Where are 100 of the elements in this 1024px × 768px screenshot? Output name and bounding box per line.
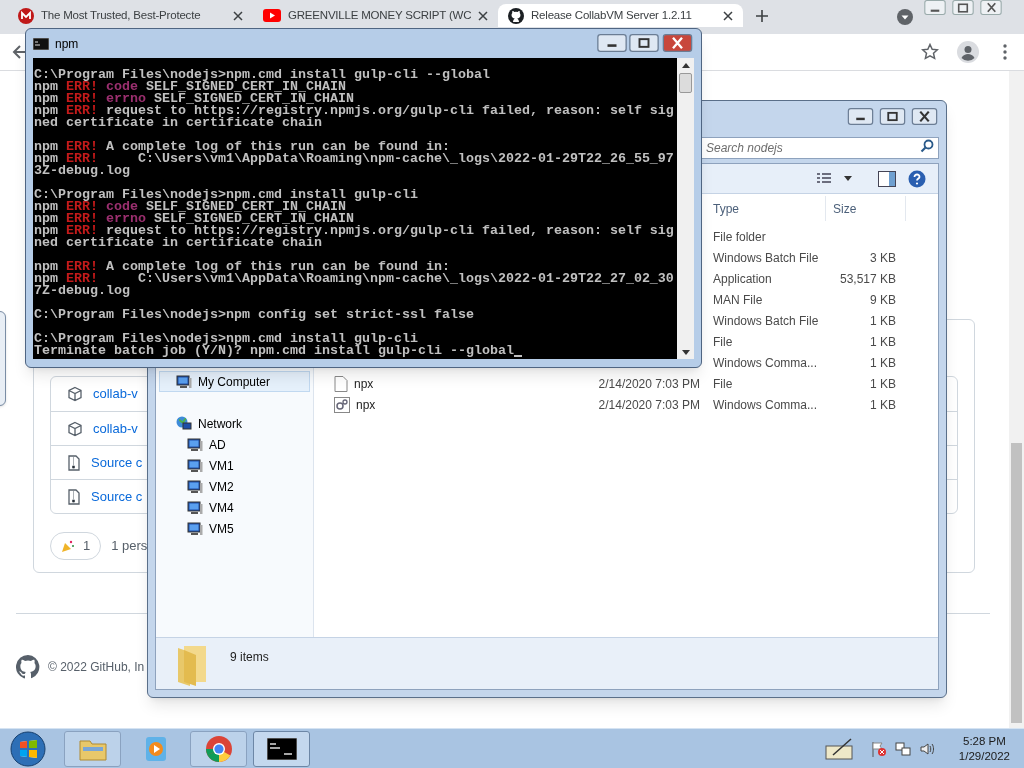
scrollbar[interactable]: [677, 58, 694, 359]
nav-item[interactable]: My Computer: [159, 371, 310, 392]
tab-search-icon[interactable]: [897, 9, 913, 25]
caret-icon[interactable]: [844, 176, 852, 181]
computer-icon: [176, 374, 192, 389]
avatar-icon[interactable]: [957, 41, 979, 63]
star-icon[interactable]: [921, 43, 939, 61]
party-icon: [61, 539, 75, 553]
maximize-icon[interactable]: [629, 34, 659, 52]
new-tab-icon[interactable]: [755, 9, 769, 23]
globe-computer-icon: [176, 415, 192, 432]
console-line: npm ERR! A complete log of this run can be found in:: [34, 141, 450, 153]
zip-file-icon: [67, 454, 81, 471]
taskbar-button[interactable]: [253, 730, 310, 767]
close-icon[interactable]: [723, 10, 733, 21]
size-cell-text: 9 KB: [870, 291, 896, 309]
play-icon: [263, 9, 281, 22]
search-field[interactable]: Search nodejs: [701, 137, 939, 159]
maximize-icon[interactable]: [878, 107, 907, 125]
type-cell-text: Windows Comma...: [712, 354, 819, 372]
file-icon: [334, 375, 348, 392]
console-line: npm ERR! C:\Users\vm1\AppData\Roaming\npm-cache\_logs\2022-01-29T22_26_55_97: [34, 153, 675, 165]
clock-time[interactable]: 5:28 PM: [963, 733, 1006, 749]
console-line: C:\Program Files\nodejs>npm.cmd install gulp-cli: [34, 333, 418, 345]
console-line: npm ERR! code SELF_SIGNED_CERT_IN_CHAIN: [34, 81, 346, 93]
console-line: C:\Program Files\nodejs>npm config set strict-ssl false: [34, 309, 475, 321]
text-cursor: [513, 355, 522, 357]
network-icon[interactable]: [894, 740, 911, 757]
type-cell-text: File: [712, 333, 734, 351]
console-line: 7Z-debug.log: [34, 285, 131, 297]
console-line: C:\Program Files\nodejs>npm.cmd install gulp-cli: [34, 189, 419, 201]
console-line: 3Z-debug.log: [34, 165, 131, 177]
asset-link[interactable]: Source c: [91, 486, 143, 507]
close-icon[interactable]: [910, 107, 939, 125]
back-icon[interactable]: [12, 44, 28, 60]
console-line: Terminate batch job (Y/N)? npm.cmd install gulp-cli --global: [34, 345, 677, 357]
package-icon: [67, 420, 83, 437]
scrollbar-thumb[interactable]: [679, 73, 692, 93]
size-cell-text: 1 KB: [870, 312, 896, 330]
speaker-icon[interactable]: [918, 740, 935, 757]
size-cell-text: 1 KB: [870, 354, 896, 372]
restore-icon[interactable]: [950, 0, 976, 15]
view-list-icon[interactable]: [816, 171, 832, 186]
close-icon[interactable]: [233, 10, 243, 21]
menu-icon[interactable]: [1003, 44, 1007, 60]
size-cell-text: 53,517 KB: [839, 270, 896, 288]
scroll-down-icon[interactable]: [681, 350, 690, 355]
scroll-up-icon[interactable]: [681, 63, 690, 68]
octocat-icon: [508, 7, 524, 24]
nav-item[interactable]: VM2: [159, 476, 310, 497]
tab-title: Release CollabVM Server 1.2.11: [531, 7, 693, 23]
clock-date[interactable]: 1/29/2022: [958, 748, 1010, 764]
tab-title: The Most Trusted, Best-Protecte: [41, 7, 202, 23]
minimize-icon[interactable]: [846, 107, 875, 125]
reaction-summary: 1 pers: [111, 537, 148, 556]
console-line: npm ERR! A complete log of this run can be found in:: [34, 261, 450, 273]
flag-icon[interactable]: [870, 740, 887, 757]
start-button[interactable]: [8, 728, 48, 768]
minimize-icon[interactable]: [597, 34, 627, 52]
preview-pane-icon[interactable]: [878, 170, 896, 187]
column-header[interactable]: Size: [826, 196, 906, 221]
console-line: npm ERR! request to https://registry.npmjs.org/gulp-cli failed, reason: self sig: [34, 105, 675, 117]
console-line: ned certificate in certificate chain: [34, 117, 322, 129]
pen-tablet-icon[interactable]: [824, 737, 855, 760]
file-name[interactable]: npx: [354, 374, 374, 393]
asset-link[interactable]: Source c: [91, 452, 143, 473]
console-line: ned certificate in certificate chain: [34, 237, 322, 249]
scrollbar-thumb[interactable]: [1011, 443, 1022, 723]
search-icon[interactable]: [920, 139, 934, 153]
help-icon[interactable]: [908, 169, 926, 188]
asset-link[interactable]: collab-v: [93, 418, 138, 439]
nav-item[interactable]: AD: [159, 434, 310, 455]
computer-icon: [187, 458, 203, 473]
type-cell-text: Windows Batch File: [712, 312, 820, 330]
type-cell-text: MAN File: [712, 291, 764, 309]
nav-item[interactable]: VM4: [159, 497, 310, 518]
asset-link[interactable]: collab-v: [93, 384, 138, 404]
nav-item[interactable]: VM5: [159, 518, 310, 539]
type-cell-text: File folder: [712, 228, 767, 246]
octocat-icon[interactable]: [16, 655, 40, 679]
type-cell-text: File: [712, 375, 734, 393]
column-header[interactable]: Type: [706, 196, 826, 221]
browser-tab[interactable]: Release CollabVM Server 1.2.11: [498, 4, 743, 27]
computer-icon: [187, 521, 203, 536]
minimize-icon[interactable]: [922, 0, 948, 15]
scrollbar[interactable]: [1009, 71, 1024, 728]
terminal-icon: [33, 37, 49, 50]
date-cell-text: 2/14/2020 7:03 PM: [598, 396, 700, 414]
console-line: npm ERR! errno SELF_SIGNED_CERT_IN_CHAIN: [34, 93, 354, 105]
console-line: npm ERR! request to https://registry.npmjs.org/gulp-cli failed, reason: self sig: [34, 225, 675, 237]
computer-icon: [187, 437, 203, 452]
nav-item[interactable]: Network: [159, 413, 310, 434]
close-icon[interactable]: [978, 0, 1004, 15]
close-icon[interactable]: [478, 10, 489, 21]
file-name[interactable]: npx: [356, 395, 376, 414]
nav-item[interactable]: VM1: [159, 455, 310, 476]
package-icon: [67, 386, 83, 402]
close-icon[interactable]: [661, 34, 694, 52]
computer-icon: [187, 479, 203, 494]
date-cell-text: 2/14/2020 7:03 PM: [598, 375, 700, 393]
